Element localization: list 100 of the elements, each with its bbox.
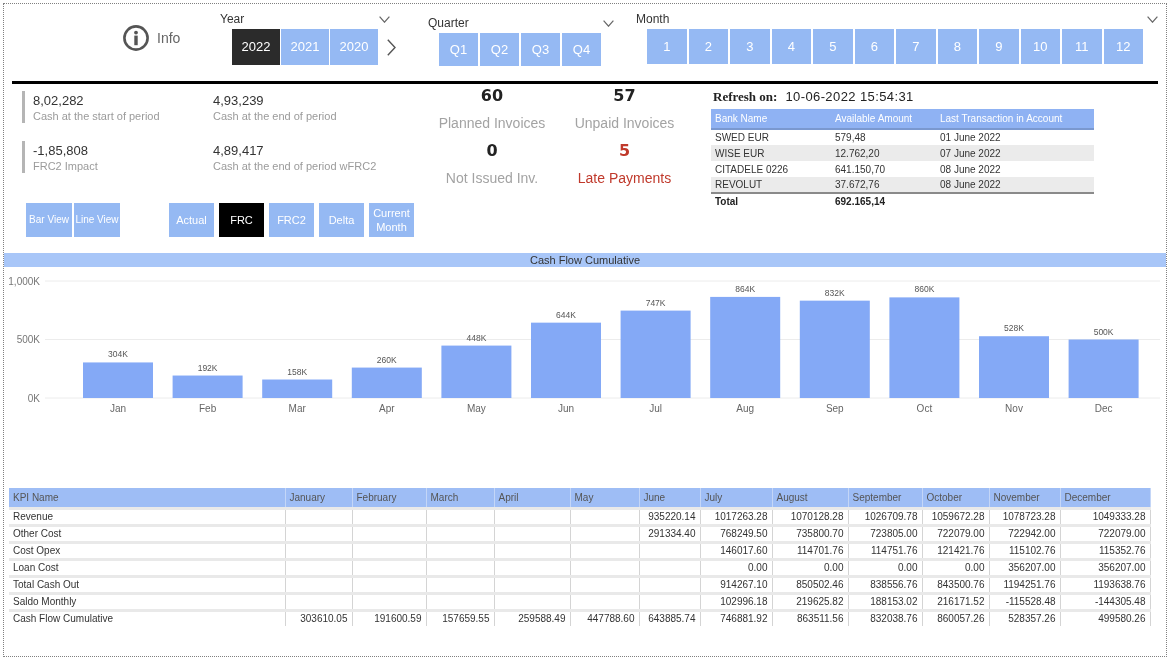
- month-option[interactable]: 6: [854, 29, 894, 64]
- measure-button[interactable]: FRC: [219, 203, 264, 237]
- month-option[interactable]: 3: [730, 29, 770, 64]
- month-option[interactable]: 12: [1103, 29, 1143, 64]
- column-header[interactable]: June: [639, 488, 700, 508]
- chevron-down-icon[interactable]: [379, 15, 390, 23]
- year-option[interactable]: 2021: [281, 29, 329, 65]
- slicer-title: Year: [220, 12, 245, 26]
- quarter-option[interactable]: Q4: [562, 33, 601, 66]
- column-header[interactable]: November: [989, 488, 1060, 508]
- column-header[interactable]: January: [285, 488, 352, 508]
- table-cell: 07 June 2022: [936, 145, 1094, 161]
- chevron-down-icon[interactable]: [1147, 15, 1158, 23]
- month-option[interactable]: 8: [937, 29, 977, 64]
- table-cell: 641.150,70: [831, 161, 936, 177]
- column-header[interactable]: May: [570, 488, 639, 508]
- table-cell: 08 June 2022: [936, 177, 1094, 193]
- month-option[interactable]: 1: [647, 29, 687, 64]
- column-header[interactable]: December: [1060, 488, 1150, 508]
- table-cell: 863511.56: [772, 610, 848, 626]
- year-option[interactable]: 2022: [232, 29, 280, 65]
- bar[interactable]: [710, 296, 781, 398]
- bar[interactable]: [531, 322, 601, 398]
- info-label[interactable]: Info: [157, 27, 181, 49]
- axis-category-label: Oct: [916, 403, 933, 414]
- slicer-title: Month: [636, 12, 670, 26]
- column-header[interactable]: October: [922, 488, 989, 508]
- axis-category-label: Jul: [649, 403, 662, 414]
- chevron-down-icon[interactable]: [603, 19, 614, 27]
- column-header[interactable]: September: [848, 488, 922, 508]
- month-option[interactable]: 11: [1062, 29, 1102, 64]
- axis-category-label: Dec: [1094, 403, 1113, 414]
- month-option[interactable]: 7: [896, 29, 936, 64]
- column-header[interactable]: July: [700, 488, 772, 508]
- table-cell: 115352.76: [1060, 542, 1150, 559]
- column-header[interactable]: August: [772, 488, 848, 508]
- bar[interactable]: [889, 297, 960, 398]
- month-option[interactable]: 9: [979, 29, 1019, 64]
- row-header: Cost Opex: [9, 542, 285, 559]
- axis-category-label: May: [466, 403, 486, 414]
- column-header[interactable]: April: [494, 488, 570, 508]
- kpi-value: 4,93,239: [213, 93, 265, 109]
- table-cell: 860057.26: [922, 610, 989, 626]
- year-option[interactable]: 2020: [330, 29, 378, 65]
- axis-category-label: Jun: [557, 403, 575, 414]
- table-cell: 157659.55: [426, 610, 494, 626]
- quarter-option[interactable]: Q3: [521, 33, 560, 66]
- bar[interactable]: [172, 375, 243, 398]
- table-cell: 1049333.28: [1060, 508, 1150, 525]
- month-option[interactable]: 4: [771, 29, 811, 64]
- table-cell: 722942.00: [989, 525, 1060, 542]
- column-header[interactable]: March: [426, 488, 494, 508]
- month-option[interactable]: 5: [813, 29, 853, 64]
- month-option[interactable]: 10: [1020, 29, 1060, 64]
- table-cell: CITADELE 0226: [711, 161, 831, 177]
- month-option[interactable]: 2: [688, 29, 728, 64]
- table-cell: 0.00: [772, 559, 848, 576]
- total-label: Total: [711, 193, 831, 209]
- column-header[interactable]: Bank Name: [711, 109, 831, 129]
- measure-button[interactable]: Actual: [169, 203, 214, 237]
- view-button[interactable]: Line View: [74, 203, 120, 237]
- bar[interactable]: [262, 379, 333, 398]
- column-header[interactable]: February: [352, 488, 426, 508]
- bar[interactable]: [351, 367, 422, 398]
- measure-button[interactable]: Current Month: [369, 203, 414, 237]
- table-cell: 08 June 2022: [936, 161, 1094, 177]
- kpi-value: 8,02,282: [33, 93, 85, 109]
- table-cell: 935220.14: [639, 508, 700, 525]
- bar[interactable]: [799, 300, 870, 398]
- table-cell: 356207.00: [1060, 559, 1150, 576]
- column-header[interactable]: KPI Name: [9, 488, 285, 508]
- data-label: 644K: [556, 309, 576, 320]
- measure-button[interactable]: Delta: [319, 203, 364, 237]
- chevron-right-icon[interactable]: [387, 38, 396, 56]
- bar[interactable]: [620, 310, 691, 398]
- data-label: 304K: [108, 349, 128, 360]
- table-cell: 37.672,76: [831, 177, 936, 193]
- quarter-option[interactable]: Q1: [439, 33, 478, 66]
- table-cell: 843500.76: [922, 576, 989, 593]
- measure-button[interactable]: FRC2: [269, 203, 314, 237]
- table-cell: 146017.60: [700, 542, 772, 559]
- bar[interactable]: [441, 345, 512, 398]
- column-header[interactable]: Last Transaction in Account: [936, 109, 1094, 129]
- info-icon[interactable]: [123, 25, 149, 51]
- table-cell: 838556.76: [848, 576, 922, 593]
- table-cell: 114701.76: [772, 542, 848, 559]
- data-label: 864K: [735, 283, 756, 294]
- table-cell: 768249.50: [700, 525, 772, 542]
- quarter-option[interactable]: Q2: [480, 33, 519, 66]
- axis-category-label: Mar: [288, 403, 306, 414]
- axis-category-label: Jan: [109, 403, 127, 414]
- table-cell: 114751.76: [848, 542, 922, 559]
- bar[interactable]: [1068, 339, 1139, 398]
- column-header[interactable]: Available Amount: [831, 109, 936, 129]
- data-label: 158K: [287, 366, 308, 377]
- table-cell: 115102.76: [989, 542, 1060, 559]
- bar[interactable]: [979, 336, 1049, 398]
- view-button[interactable]: Bar View: [26, 203, 72, 237]
- table-cell: 0.00: [922, 559, 989, 576]
- bar[interactable]: [83, 362, 153, 398]
